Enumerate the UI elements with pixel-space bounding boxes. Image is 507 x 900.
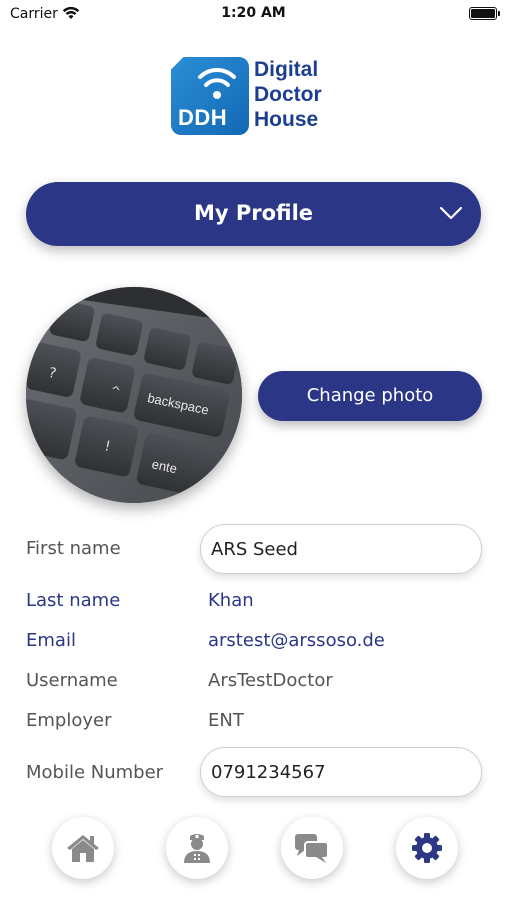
gear-icon — [412, 833, 442, 863]
logo-mark-text: DDH — [178, 105, 228, 130]
nav-doctors-button[interactable] — [166, 817, 228, 879]
first-name-label: First name — [26, 538, 121, 559]
profile-dropdown-title: My Profile — [193, 201, 314, 225]
battery-icon — [469, 7, 500, 20]
email-value: arstest@arssoso.de — [208, 630, 385, 651]
last-name-label: Last name — [26, 590, 121, 611]
app-logo: DDH Digital Doctor House — [171, 57, 331, 137]
nav-chat-button[interactable] — [281, 817, 343, 879]
chevron-down-icon — [439, 206, 463, 220]
clock: 1:20 AM — [221, 5, 286, 21]
logo-wordmark: Digital Doctor House — [254, 57, 322, 132]
logo-line-2: Doctor — [254, 83, 322, 106]
mobile-number-field[interactable] — [200, 747, 482, 797]
home-icon — [67, 835, 99, 862]
username-value: ArsTestDoctor — [208, 670, 333, 691]
photo-image: backspace ente ^ ? ! — [26, 287, 242, 503]
employer-label: Employer — [26, 710, 112, 731]
logo-wifi-icon — [198, 67, 236, 99]
change-photo-button[interactable]: Change photo — [258, 371, 482, 421]
doctor-icon — [184, 834, 210, 863]
email-label: Email — [26, 630, 76, 651]
nav-home-button[interactable] — [52, 817, 114, 879]
profile-dropdown[interactable]: My Profile — [26, 182, 481, 246]
employer-value: ENT — [208, 710, 244, 731]
logo-line-1: Digital — [254, 58, 319, 81]
bottom-nav — [0, 810, 507, 900]
profile-photo: backspace ente ^ ? ! — [26, 287, 242, 503]
logo-line-3: House — [254, 108, 319, 131]
first-name-field[interactable] — [200, 524, 482, 574]
mobile-number-label: Mobile Number — [26, 762, 164, 783]
last-name-value: Khan — [208, 590, 254, 611]
nav-settings-button[interactable] — [396, 817, 458, 879]
status-bar: Carrier 1:20 AM — [0, 0, 507, 30]
chat-icon — [295, 834, 329, 863]
username-label: Username — [26, 670, 118, 691]
